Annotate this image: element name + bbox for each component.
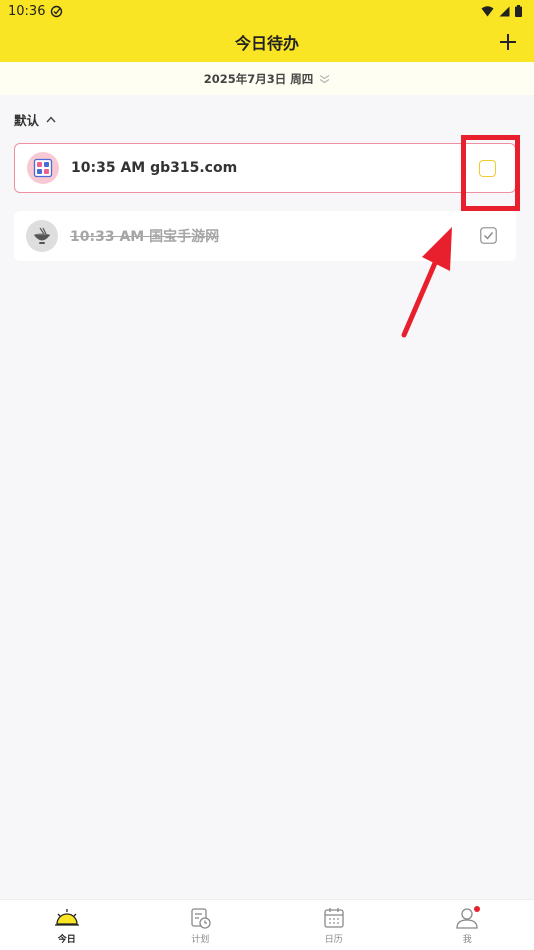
status-bar: 10:36	[0, 0, 534, 22]
plan-icon	[187, 906, 213, 930]
app-grid-icon	[33, 158, 53, 178]
sync-check-icon	[50, 5, 63, 18]
task-checkbox-checked[interactable]	[480, 227, 497, 244]
nav-label: 我	[463, 932, 472, 945]
group-label: 默认	[14, 110, 39, 129]
nav-label: 今日	[58, 932, 76, 945]
status-left: 10:36	[8, 4, 63, 19]
double-chevron-down-icon	[319, 74, 330, 84]
task-title: 10:35 AM gb315.com	[71, 160, 503, 176]
status-right	[481, 5, 522, 17]
group-header-default[interactable]: 默认	[14, 110, 56, 129]
task-app-icon	[26, 220, 58, 252]
date-selector[interactable]: 2025年7月3日 周四	[0, 62, 534, 95]
nav-item-calendar[interactable]: 日历	[267, 900, 401, 950]
wifi-icon	[481, 6, 494, 17]
signal-icon	[499, 6, 510, 17]
annotation-arrow	[390, 225, 460, 340]
current-date: 2025年7月3日 周四	[204, 71, 314, 87]
nav-label: 日历	[325, 932, 343, 945]
nav-label: 计划	[191, 932, 209, 945]
profile-icon-wrapper	[454, 906, 480, 930]
page-title: 今日待办	[235, 30, 299, 54]
nav-item-plan[interactable]: 计划	[134, 900, 268, 950]
status-time: 10:36	[8, 4, 45, 19]
nav-item-today[interactable]: 今日	[0, 900, 134, 950]
task-item[interactable]: 10:35 AM gb315.com	[14, 143, 516, 193]
app-header: 今日待办	[0, 22, 534, 62]
annotation-highlight-box	[461, 135, 520, 211]
bottom-nav: 今日 计划 日历 我	[0, 899, 534, 950]
chevron-up-icon	[46, 116, 56, 123]
task-app-icon	[27, 152, 59, 184]
nav-item-me[interactable]: 我	[401, 900, 534, 950]
sun-icon	[54, 906, 80, 930]
battery-icon	[515, 5, 522, 17]
calendar-icon	[321, 906, 347, 930]
bowl-icon	[32, 226, 52, 246]
add-task-button[interactable]	[498, 32, 518, 52]
